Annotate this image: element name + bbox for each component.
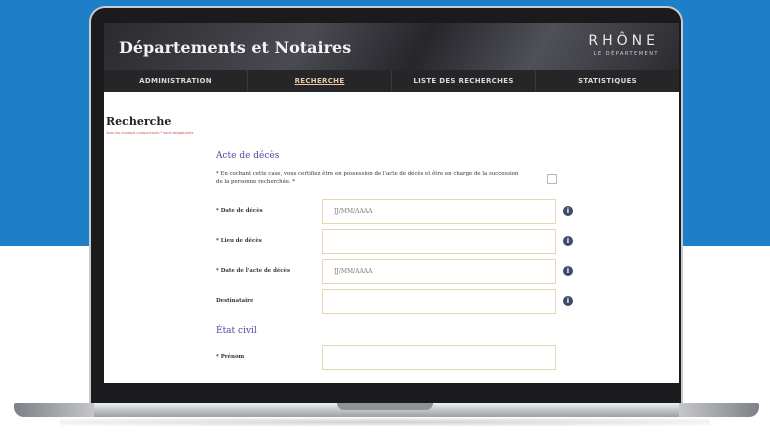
lieu-deces-input[interactable] [322, 229, 556, 254]
section-title-etat-civil: État civil [216, 326, 257, 336]
rhone-logo[interactable]: RHÔNE LE DÉPARTEMENT [588, 33, 659, 57]
nav-item-administration[interactable]: ADMINISTRATION [104, 70, 248, 92]
required-fields-note: Tous les champs comportants * sont oblig… [106, 131, 194, 135]
logo-main-text: RHÔNE [588, 33, 659, 49]
nav-item-liste-des-recherches[interactable]: LISTE DES RECHERCHES [392, 70, 536, 92]
laptop-screen: Départements et Notaires RHÔNE LE DÉPART… [104, 23, 679, 383]
site-header: Départements et Notaires RHÔNE LE DÉPART… [104, 23, 679, 70]
prenom-input[interactable] [322, 345, 556, 370]
label-prenom: * Prénom [216, 354, 245, 360]
main-nav: ADMINISTRATION RECHERCHE LISTE DES RECHE… [104, 70, 679, 92]
nav-item-statistiques[interactable]: STATISTIQUES [536, 70, 679, 92]
page-title: Recherche [106, 115, 172, 128]
section-title-acte-deces: Acte de décès [216, 151, 280, 161]
site-title: Départements et Notaires [119, 38, 352, 57]
certification-checkbox[interactable] [547, 174, 557, 184]
laptop-base-left [14, 403, 94, 417]
laptop-base-right [679, 403, 759, 417]
label-lieu-deces: * Lieu de décès [216, 238, 262, 244]
label-destinataire: Destinataire [216, 298, 254, 304]
laptop-notch [337, 403, 433, 410]
info-icon[interactable]: i [563, 296, 573, 306]
date-acte-deces-input[interactable] [322, 259, 556, 284]
date-deces-input[interactable] [322, 199, 556, 224]
label-date-acte-deces: * Date de l'acte de décès [216, 268, 291, 274]
logo-sub-text: LE DÉPARTEMENT [593, 51, 659, 57]
info-icon[interactable]: i [563, 266, 573, 276]
destinataire-input[interactable] [322, 289, 556, 314]
nav-item-recherche[interactable]: RECHERCHE [248, 70, 392, 92]
laptop-shadow [60, 418, 710, 426]
info-icon[interactable]: i [563, 206, 573, 216]
info-icon[interactable]: i [563, 236, 573, 246]
label-date-deces: * Date de décès [216, 208, 263, 214]
certification-text: * En cochant cette case, vous certifiez … [216, 171, 519, 185]
